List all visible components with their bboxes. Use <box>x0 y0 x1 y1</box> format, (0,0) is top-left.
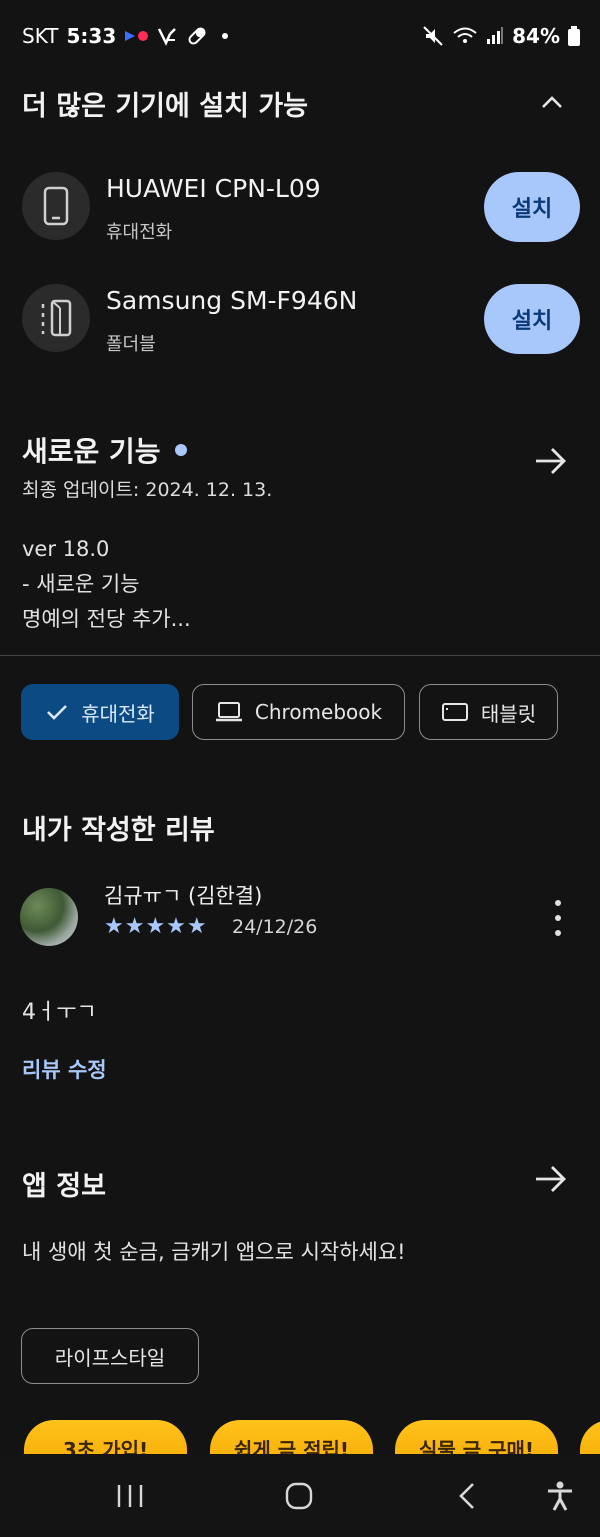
status-bar: SKT 5:33 84% <box>0 0 600 72</box>
system-navbar <box>0 1454 600 1537</box>
release-note-line: - 새로운 기능 <box>22 572 140 596</box>
star-rating: ★★★★★ <box>104 914 208 939</box>
status-left: SKT 5:33 <box>22 24 229 48</box>
screenshot-banner-partial[interactable] <box>580 1420 600 1454</box>
last-updated: 최종 업데이트: 2024. 12. 13. <box>22 479 273 501</box>
chip-label: Chromebook <box>254 700 383 724</box>
filter-chip-phone[interactable]: 휴대전화 <box>21 684 179 740</box>
device-row-huawei: HUAWEI CPN-L09 휴대전화 설치 <box>22 172 582 246</box>
release-notes: ver 18.0 - 새로운 기능 명예의 전당 추가... <box>22 532 191 637</box>
more-notifications-dot-icon <box>222 33 229 39</box>
review-date: 24/12/26 <box>232 916 318 938</box>
tablet-icon <box>441 703 468 721</box>
more-devices-title: 더 많은 기기에 설치 가능 <box>22 91 308 122</box>
avatar <box>20 888 78 946</box>
whats-new-header[interactable]: 새로운 기능 <box>22 430 187 470</box>
pill-icon <box>188 27 206 45</box>
app-description: 내 생애 첫 순금, 금캐기 앱으로 시작하세요! <box>22 1240 406 1264</box>
review-body: 4ㅓㅜㄱ <box>22 1000 97 1025</box>
screenshot-banner[interactable]: 실물 금 구매! <box>395 1420 558 1454</box>
device-name: HUAWEI CPN-L09 <box>106 174 321 203</box>
screenshot-banner[interactable]: 쉽게 금 적립! <box>210 1420 373 1454</box>
whats-new-title: 새로운 기능 <box>22 435 161 468</box>
edit-review-link[interactable]: 리뷰 수정 <box>22 1054 107 1084</box>
device-name: Samsung SM-F946N <box>106 286 358 315</box>
my-review-title: 내가 작성한 리뷰 <box>22 815 215 846</box>
laptop-icon <box>215 702 242 722</box>
filter-chip-tablet[interactable]: 태블릿 <box>419 684 558 740</box>
check-icon <box>47 705 68 720</box>
status-right: 84% <box>422 24 580 48</box>
reviewer-name: 김규ㅠㄱ (김한결) <box>104 884 263 908</box>
battery-icon <box>568 26 580 46</box>
new-indicator-dot-icon <box>174 444 187 456</box>
red-dot-icon <box>138 31 149 41</box>
back-icon[interactable] <box>447 1478 487 1514</box>
foldable-icon <box>22 284 90 352</box>
clock: 5:33 <box>66 24 117 48</box>
battery-percent: 84% <box>512 24 560 48</box>
release-note-line: ver 18.0 <box>22 537 110 561</box>
signal-icon <box>487 27 504 44</box>
arrow-right-icon[interactable] <box>534 1164 568 1194</box>
install-button-huawei[interactable]: 설치 <box>484 172 580 242</box>
play-icon <box>125 31 136 41</box>
mute-icon <box>423 26 443 46</box>
arrow-right-icon[interactable] <box>534 446 568 476</box>
chevron-up-icon[interactable] <box>540 90 564 114</box>
v-icon <box>158 28 177 46</box>
filter-chip-chromebook[interactable]: Chromebook <box>192 684 405 740</box>
phone-icon <box>22 172 90 240</box>
release-note-line: 명예의 전당 추가... <box>22 607 191 631</box>
chip-label: 휴대전화 <box>81 701 155 726</box>
device-type: 폴더블 <box>106 334 156 355</box>
device-type: 휴대전화 <box>106 222 173 243</box>
accessibility-icon[interactable] <box>540 1478 580 1514</box>
notification-dots-icon <box>124 30 149 42</box>
device-row-samsung: Samsung SM-F946N 폴더블 설치 <box>22 284 582 358</box>
app-info-title[interactable]: 앱 정보 <box>22 1164 106 1203</box>
carrier-label: SKT <box>22 24 59 48</box>
install-button-samsung[interactable]: 설치 <box>484 284 580 354</box>
screenshot-carousel[interactable]: 3초 가입! 쉽게 금 적립! 실물 금 구매! <box>0 1420 600 1454</box>
section-divider <box>0 655 600 656</box>
wifi-icon <box>453 27 477 43</box>
category-chip[interactable]: 라이프스타일 <box>21 1328 199 1384</box>
home-icon[interactable] <box>279 1478 319 1514</box>
chip-label: 태블릿 <box>480 701 537 726</box>
screenshot-banner[interactable]: 3초 가입! <box>24 1420 187 1454</box>
recents-icon[interactable] <box>110 1478 150 1514</box>
more-options-icon[interactable] <box>550 900 566 936</box>
